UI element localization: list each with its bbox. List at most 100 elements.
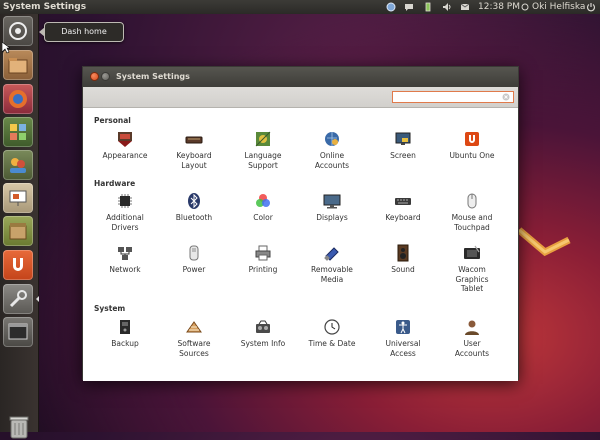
- setting-label: System Info: [240, 339, 286, 348]
- setting-time-date[interactable]: Time & Date: [300, 318, 364, 349]
- setting-label: Mouse and Touchpad: [451, 213, 493, 232]
- archive-icon: [9, 223, 27, 240]
- workspaces-launcher-item[interactable]: [3, 117, 33, 147]
- power-menu-icon[interactable]: [586, 2, 596, 12]
- volume-indicator-icon[interactable]: [442, 2, 452, 12]
- setting-displays[interactable]: Displays: [300, 192, 364, 223]
- launcher: [0, 14, 39, 439]
- ubuntu-one-icon: [465, 132, 479, 146]
- setting-ubuntu-one[interactable]: Ubuntu One: [440, 130, 504, 161]
- setting-sound[interactable]: Sound: [371, 244, 435, 275]
- setting-label: Online Accounts: [314, 151, 350, 170]
- time-date-icon: [324, 319, 340, 335]
- terminal-icon: [8, 323, 28, 340]
- files-launcher-item[interactable]: [3, 50, 33, 80]
- setting-appearance[interactable]: Appearance: [93, 130, 157, 161]
- backup-icon: [120, 320, 130, 334]
- online-accounts-icon: [325, 132, 339, 146]
- setting-mouse-touchpad[interactable]: Mouse and Touchpad: [440, 192, 504, 232]
- setting-label: Ubuntu One: [449, 151, 495, 160]
- setting-label: Keyboard: [385, 213, 421, 222]
- setting-power[interactable]: Power: [162, 244, 226, 275]
- additional-drivers-icon: [118, 194, 132, 208]
- sound-icon: [397, 244, 409, 262]
- setting-online-accounts[interactable]: Online Accounts: [300, 130, 364, 170]
- archive-launcher-item[interactable]: [3, 216, 33, 246]
- system-info-icon: [256, 320, 270, 333]
- clock[interactable]: 12:38 PM: [478, 0, 520, 14]
- setting-bluetooth[interactable]: Bluetooth: [162, 192, 226, 223]
- network-indicator-icon[interactable]: [386, 2, 396, 12]
- setting-network[interactable]: Network: [93, 244, 157, 275]
- setting-label: Software Sources: [177, 339, 211, 358]
- power-icon: [189, 245, 199, 261]
- settings-panel-grid: Personal Appearance Keyboard Layout Langu…: [83, 108, 518, 381]
- setting-label: Bluetooth: [175, 213, 213, 222]
- ubuntu-one-launcher-item[interactable]: [3, 250, 33, 280]
- setting-label: Universal Access: [385, 339, 421, 358]
- setting-label: Removable Media: [311, 265, 353, 284]
- firefox-icon: [9, 90, 27, 108]
- setting-label: Power: [182, 265, 206, 274]
- running-indicator: [36, 296, 39, 302]
- setting-keyboard-layout[interactable]: Keyboard Layout: [162, 130, 226, 170]
- people-icon: [10, 158, 26, 173]
- setting-label: Displays: [316, 213, 348, 222]
- mail-indicator-icon[interactable]: [460, 2, 470, 12]
- setting-label: Appearance: [102, 151, 148, 160]
- close-button[interactable]: [90, 72, 99, 81]
- system-settings-window: System Settings Personal Appearance Keyb…: [82, 66, 519, 381]
- screen-icon: [395, 132, 411, 145]
- keyboard-layout-icon: [185, 136, 203, 144]
- setting-printing[interactable]: Printing: [231, 244, 295, 275]
- user-name[interactable]: Oki Helfiska: [532, 0, 585, 14]
- setting-label: Keyboard Layout: [176, 151, 212, 170]
- section-title-system: System: [94, 304, 126, 313]
- section-title-personal: Personal: [94, 116, 131, 125]
- presentation-launcher-item[interactable]: [3, 183, 33, 213]
- setting-user-accounts[interactable]: User Accounts: [440, 318, 504, 358]
- setting-screen[interactable]: Screen: [371, 130, 435, 161]
- dash-home-tooltip: Dash home: [39, 22, 124, 42]
- setting-backup[interactable]: Backup: [93, 318, 157, 349]
- trash-icon[interactable]: [6, 414, 32, 440]
- setting-wacom-tablet[interactable]: Wacom Graphics Tablet: [440, 244, 504, 294]
- setting-label: Network: [109, 265, 141, 274]
- setting-language-support[interactable]: Language Support: [231, 130, 295, 170]
- window-title: System Settings: [116, 72, 190, 81]
- wallpaper-arrow-decoration: [516, 227, 571, 257]
- window-titlebar[interactable]: System Settings: [83, 67, 518, 87]
- setting-color[interactable]: Color: [231, 192, 295, 223]
- search-clear-icon[interactable]: [502, 93, 510, 101]
- window-toolbar: [83, 87, 518, 108]
- minimize-button[interactable]: [101, 72, 110, 81]
- printing-icon: [255, 245, 271, 261]
- bluetooth-icon: [188, 193, 200, 209]
- presentation-icon: [9, 190, 27, 206]
- search-input[interactable]: [392, 91, 514, 103]
- settings-tools-icon: [9, 290, 27, 308]
- language-support-icon: [255, 131, 271, 147]
- user-accounts-icon: [465, 320, 479, 335]
- keyboard-icon: [395, 198, 411, 205]
- ubuntu-logo-icon: [9, 22, 27, 40]
- setting-system-info[interactable]: System Info: [231, 318, 295, 349]
- setting-software-sources[interactable]: Software Sources: [162, 318, 226, 358]
- firefox-launcher-item[interactable]: [3, 84, 33, 114]
- setting-label: Time & Date: [308, 339, 356, 348]
- setting-additional-drivers[interactable]: Additional Drivers: [93, 192, 157, 232]
- removable-media-icon: [324, 247, 339, 261]
- user-status-icon[interactable]: [520, 2, 530, 12]
- active-app-title: System Settings: [3, 2, 87, 12]
- terminal-launcher-item[interactable]: [3, 317, 33, 347]
- battery-indicator-icon[interactable]: [423, 2, 433, 12]
- setting-keyboard[interactable]: Keyboard: [371, 192, 435, 223]
- network-icon: [118, 247, 132, 260]
- messages-indicator-icon[interactable]: [404, 2, 414, 12]
- people-launcher-item[interactable]: [3, 150, 33, 180]
- setting-label: Sound: [391, 265, 415, 274]
- setting-universal-access[interactable]: Universal Access: [371, 318, 435, 358]
- setting-label: Additional Drivers: [106, 213, 144, 232]
- setting-removable-media[interactable]: Removable Media: [300, 244, 364, 284]
- system-settings-launcher-item[interactable]: [3, 284, 33, 314]
